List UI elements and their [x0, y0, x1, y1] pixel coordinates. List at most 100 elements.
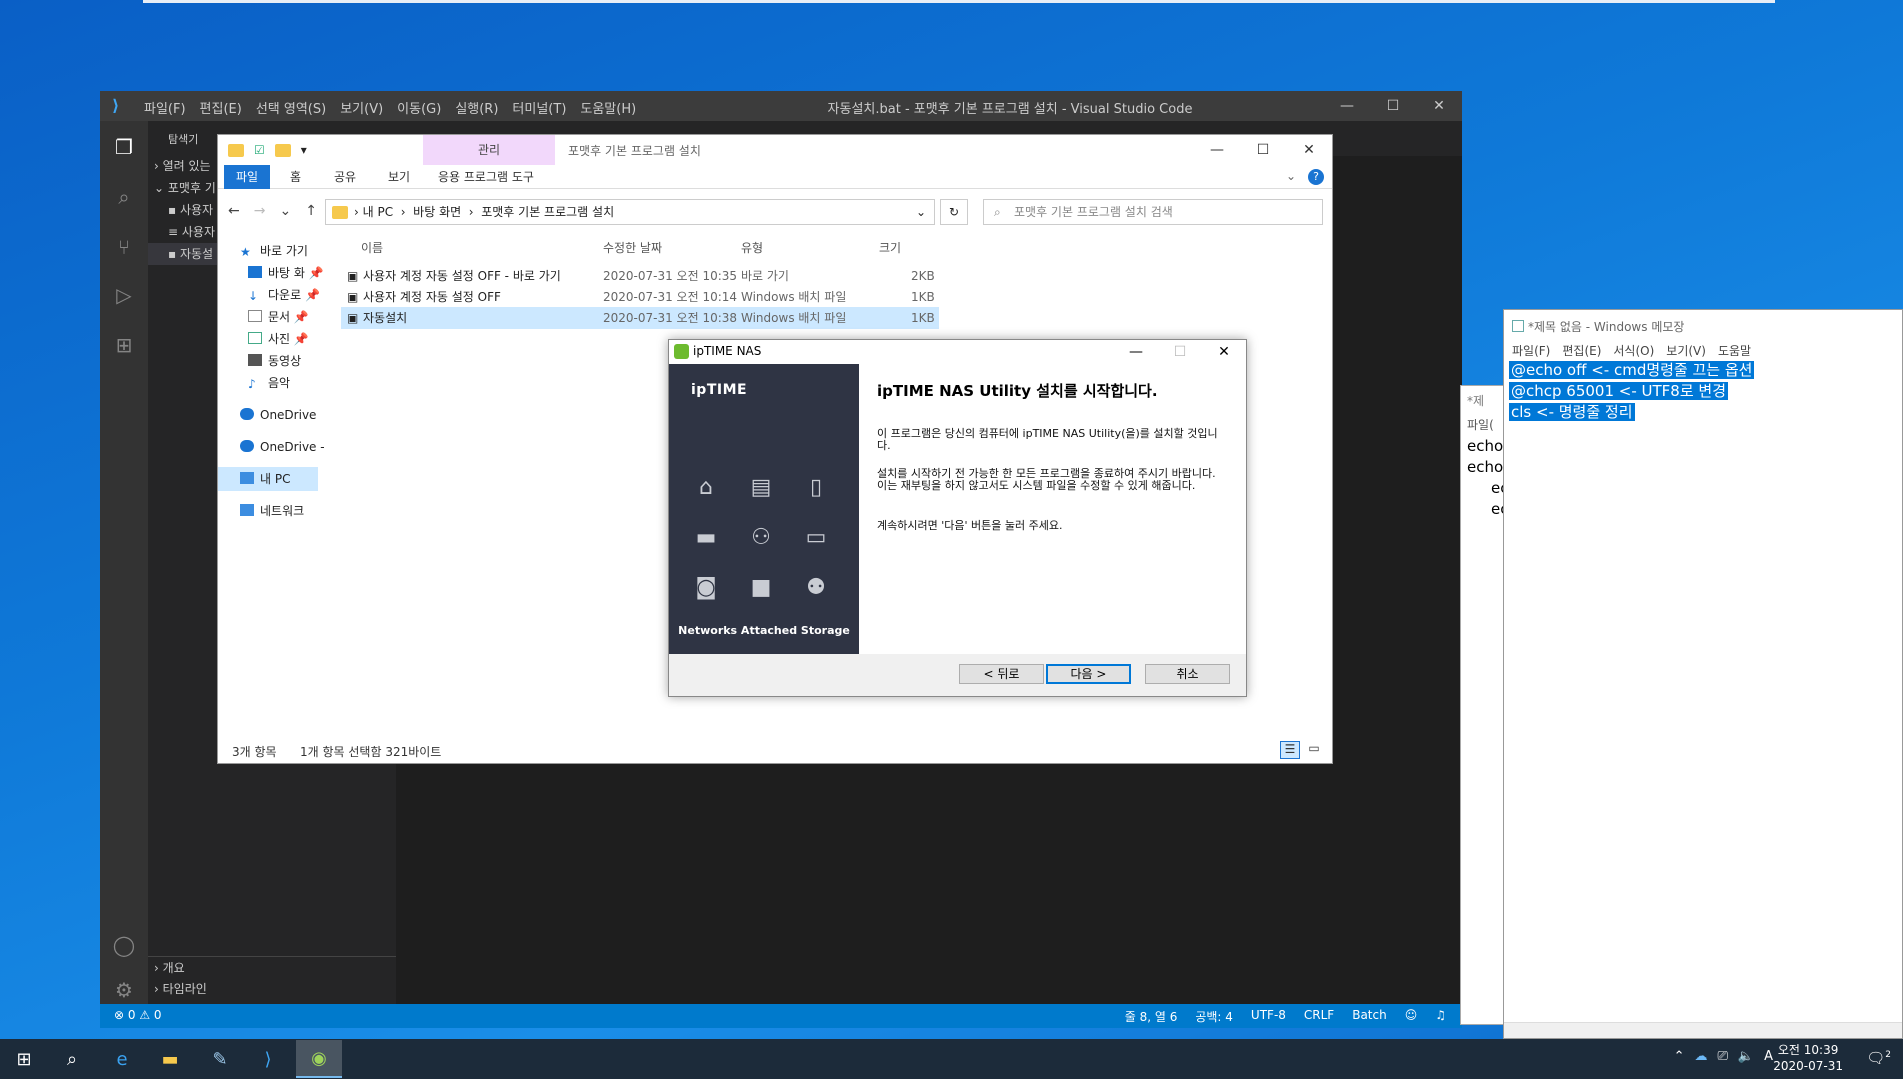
- horizontal-scrollbar[interactable]: [1504, 1022, 1902, 1038]
- recent-dropdown-icon[interactable]: ⌄: [279, 203, 291, 219]
- nav-desktop[interactable]: 바탕 화 📌: [248, 261, 324, 285]
- menu-format[interactable]: 서식(O): [1613, 342, 1654, 359]
- tab-home[interactable]: 홈: [278, 165, 313, 189]
- column-type[interactable]: 유형: [741, 239, 763, 256]
- nav-downloads[interactable]: ↓ 다운로 📌: [248, 283, 320, 307]
- search-input[interactable]: ⌕ 포맷후 기본 프로그램 설치 검색: [983, 199, 1323, 225]
- indentation[interactable]: 공백: 4: [1195, 1008, 1233, 1025]
- forward-arrow-icon[interactable]: →: [254, 203, 266, 219]
- tab-share[interactable]: 공유: [322, 165, 368, 189]
- back-arrow-icon[interactable]: ←: [228, 203, 240, 219]
- nav-documents[interactable]: 문서 📌: [248, 305, 309, 329]
- problems-indicator[interactable]: ⊗ 0 ⚠ 0: [114, 1008, 162, 1022]
- nav-onedrive[interactable]: OneDrive: [240, 403, 316, 427]
- timeline-section[interactable]: › 타임라인: [148, 978, 396, 1000]
- address-dropdown-icon[interactable]: ⌄: [916, 200, 926, 224]
- end-of-line[interactable]: CRLF: [1304, 1008, 1334, 1025]
- nav-videos[interactable]: 동영상: [248, 349, 301, 373]
- help-icon[interactable]: ?: [1308, 169, 1324, 185]
- file-row-selected[interactable]: ▣ 자동설치 2020-07-31 오전 10:38 Windows 배치 파일…: [341, 307, 939, 329]
- extensions-icon[interactable]: ⊞: [112, 333, 136, 357]
- address-bar[interactable]: › 내 PC › 바탕 화면 › 포맷후 기본 프로그램 설치 ⌄: [325, 199, 935, 225]
- column-name[interactable]: 이름: [361, 239, 383, 256]
- close-button[interactable]: ✕: [1202, 340, 1246, 364]
- feedback-icon[interactable]: ☺: [1405, 1008, 1418, 1025]
- menu-help[interactable]: 도움말: [1718, 342, 1751, 359]
- maximize-button[interactable]: ☐: [1370, 91, 1416, 121]
- notepad-text-area[interactable]: @echo off <- cmd명령줄 끄는 옵션 @chcp 65001 <-…: [1509, 360, 1755, 423]
- notepad-icon[interactable]: ✎: [206, 1047, 234, 1071]
- nav-this-pc[interactable]: 내 PC: [218, 467, 318, 491]
- nav-quick-access[interactable]: ★ 바로 가기: [240, 239, 308, 263]
- settings-gear-icon[interactable]: ⚙: [112, 978, 136, 1002]
- menu-file[interactable]: 파일(F): [144, 98, 186, 117]
- tiles-view-icon[interactable]: ▭: [1304, 741, 1324, 759]
- column-date[interactable]: 수정한 날짜: [603, 239, 662, 256]
- iptime-installer-icon[interactable]: ◉: [296, 1040, 342, 1078]
- show-hidden-icons-icon[interactable]: ⌃: [1674, 1049, 1685, 1064]
- language-mode[interactable]: Batch: [1352, 1008, 1387, 1025]
- menu-terminal[interactable]: 터미널(T): [512, 98, 566, 117]
- menu-file[interactable]: 파일(F): [1512, 342, 1550, 359]
- breadcrumb-folder[interactable]: 포맷후 기본 프로그램 설치: [481, 205, 614, 219]
- clock[interactable]: 오전 10:39 2020-07-31: [1773, 1042, 1843, 1074]
- file-row[interactable]: ▣ 사용자 계정 자동 설정 OFF 2020-07-31 오전 10:14 W…: [341, 286, 939, 308]
- tab-file[interactable]: 파일: [224, 165, 271, 189]
- up-arrow-icon[interactable]: ↑: [305, 203, 317, 219]
- nav-music[interactable]: ♪ 음악: [248, 371, 290, 395]
- nav-pictures[interactable]: 사진 📌: [248, 327, 309, 351]
- customize-qat-icon[interactable]: ▾: [301, 143, 307, 157]
- column-size[interactable]: 크기: [879, 239, 901, 256]
- refresh-button[interactable]: ↻: [940, 199, 968, 225]
- network-icon[interactable]: ⎚: [1718, 1049, 1728, 1064]
- menu-view[interactable]: 보기(V): [340, 98, 383, 117]
- volume-icon[interactable]: 🔈: [1738, 1049, 1754, 1064]
- minimize-button[interactable]: —: [1114, 340, 1158, 364]
- source-control-icon[interactable]: ⑂: [112, 235, 136, 259]
- back-button[interactable]: < 뒤로: [959, 664, 1044, 684]
- bell-icon[interactable]: ♫: [1435, 1008, 1446, 1025]
- search-icon[interactable]: ⌕: [58, 1047, 86, 1071]
- nav-onedrive-business[interactable]: OneDrive -: [240, 435, 325, 459]
- maximize-button[interactable]: ☐: [1240, 135, 1286, 165]
- manage-tab[interactable]: 관리: [423, 135, 555, 165]
- menu-edit[interactable]: 편집(E): [200, 98, 242, 117]
- notepad-back-menu[interactable]: 파일(: [1467, 416, 1494, 433]
- tab-app-tools[interactable]: 응용 프로그램 도구: [426, 165, 546, 189]
- tab-view[interactable]: 보기: [376, 165, 422, 189]
- minimize-button[interactable]: —: [1324, 91, 1370, 121]
- notification-center-icon[interactable]: 🗨2: [1866, 1049, 1891, 1067]
- file-explorer-icon[interactable]: ▬: [156, 1047, 184, 1071]
- run-debug-icon[interactable]: ▷: [112, 283, 136, 307]
- outline-section[interactable]: › 개요: [148, 956, 396, 978]
- new-folder-icon[interactable]: [274, 143, 291, 157]
- menu-view[interactable]: 보기(V): [1666, 342, 1706, 359]
- account-icon[interactable]: ◯: [112, 933, 136, 957]
- breadcrumb-desktop[interactable]: 바탕 화면: [413, 205, 461, 219]
- ribbon-expand-icon[interactable]: ⌄: [1286, 169, 1296, 183]
- cursor-position[interactable]: 줄 8, 열 6: [1125, 1008, 1178, 1025]
- vscode-icon[interactable]: ⟩: [254, 1047, 282, 1071]
- close-button[interactable]: ✕: [1416, 91, 1462, 121]
- cancel-button[interactable]: 취소: [1145, 664, 1230, 684]
- nav-network[interactable]: 네트워크: [240, 499, 304, 523]
- menu-run[interactable]: 실행(R): [455, 98, 498, 117]
- close-button[interactable]: ✕: [1286, 135, 1332, 165]
- file-row[interactable]: ▣ 사용자 계정 자동 설정 OFF - 바로 가기 2020-07-31 오전…: [341, 265, 939, 287]
- menu-help[interactable]: 도움말(H): [580, 98, 636, 117]
- menu-edit[interactable]: 편집(E): [1562, 342, 1601, 359]
- encoding[interactable]: UTF-8: [1251, 1008, 1286, 1025]
- start-windows-icon[interactable]: ⊞: [10, 1047, 38, 1071]
- menu-selection[interactable]: 선택 영역(S): [256, 98, 326, 117]
- edge-browser-icon[interactable]: e: [108, 1047, 136, 1071]
- minimize-button[interactable]: —: [1194, 135, 1240, 165]
- search-icon[interactable]: ⌕: [112, 185, 136, 209]
- menu-go[interactable]: 이동(G): [397, 98, 441, 117]
- details-view-icon[interactable]: ☰: [1280, 741, 1300, 759]
- breadcrumb-my-pc[interactable]: 내 PC: [363, 205, 393, 219]
- properties-icon[interactable]: ☑: [254, 143, 265, 157]
- onedrive-icon[interactable]: ☁: [1695, 1049, 1708, 1064]
- explorer-icon[interactable]: ❐: [112, 135, 136, 159]
- next-button[interactable]: 다음 >: [1046, 664, 1131, 684]
- ime-indicator[interactable]: A: [1764, 1049, 1773, 1064]
